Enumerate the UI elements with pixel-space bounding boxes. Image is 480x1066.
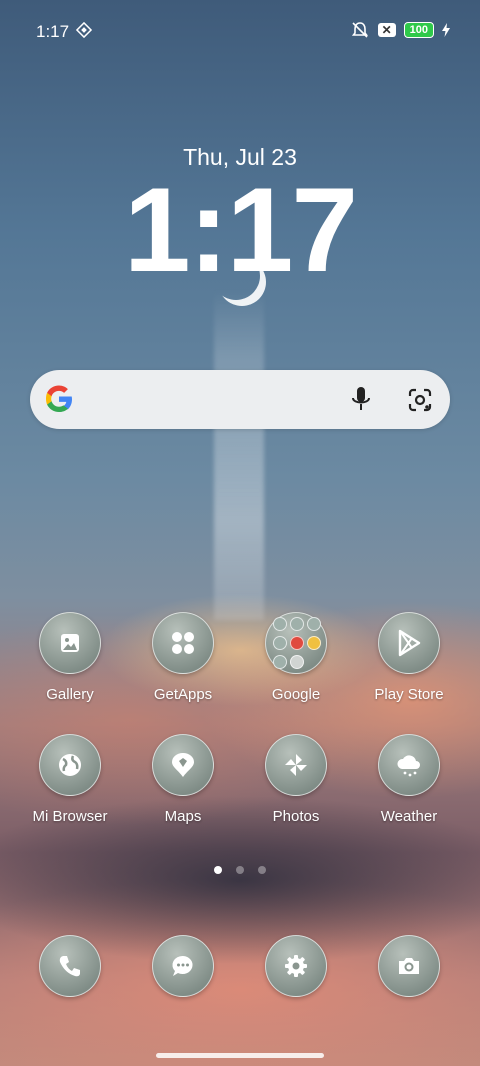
cloud-icon bbox=[378, 734, 440, 796]
app-label: Weather bbox=[380, 808, 438, 825]
page-dot-active[interactable] bbox=[214, 866, 222, 874]
close-notification-icon: ✕ bbox=[377, 23, 396, 37]
app-label: Photos bbox=[272, 808, 320, 825]
app-label: Maps bbox=[164, 808, 202, 825]
gallery-icon bbox=[39, 612, 101, 674]
app-photos[interactable]: Photos bbox=[241, 734, 351, 825]
app-label: Mi Browser bbox=[32, 808, 108, 825]
phone-icon bbox=[39, 935, 101, 997]
dock-settings[interactable] bbox=[241, 935, 351, 997]
diamond-icon bbox=[76, 22, 92, 38]
page-dot[interactable] bbox=[236, 866, 244, 874]
google-logo-icon bbox=[46, 385, 72, 412]
status-time: 1:17 bbox=[36, 22, 70, 41]
mic-icon[interactable] bbox=[350, 385, 372, 413]
play-icon bbox=[378, 612, 440, 674]
dock-camera[interactable] bbox=[354, 935, 464, 997]
app-label: GetApps bbox=[153, 686, 213, 703]
camera-icon bbox=[378, 935, 440, 997]
map-pin-icon bbox=[152, 734, 214, 796]
app-play-store[interactable]: Play Store bbox=[354, 612, 464, 703]
google-search-bar[interactable] bbox=[30, 370, 450, 429]
dock-messages[interactable] bbox=[128, 935, 238, 997]
globe-icon bbox=[39, 734, 101, 796]
folder-icon bbox=[265, 612, 327, 674]
app-maps[interactable]: Maps bbox=[128, 734, 238, 825]
status-bar: 1:17 ✕ 100 bbox=[0, 0, 480, 60]
page-indicator bbox=[0, 866, 480, 874]
home-gesture-bar[interactable] bbox=[156, 1053, 324, 1058]
app-label: Play Store bbox=[374, 686, 444, 703]
light-beam bbox=[214, 290, 264, 620]
app-folder-google[interactable]: Google bbox=[241, 612, 351, 703]
gear-icon bbox=[265, 935, 327, 997]
app-label: Gallery bbox=[46, 686, 94, 703]
battery-indicator: 100 bbox=[403, 22, 434, 38]
app-getapps[interactable]: GetApps bbox=[128, 612, 238, 703]
clock-text: 1:17 bbox=[123, 163, 358, 297]
page-dot[interactable] bbox=[258, 866, 266, 874]
grid-icon bbox=[152, 612, 214, 674]
app-weather[interactable]: Weather bbox=[354, 734, 464, 825]
charging-icon bbox=[442, 23, 450, 37]
chat-icon bbox=[152, 935, 214, 997]
lens-icon[interactable] bbox=[406, 386, 434, 414]
bell-mute-icon bbox=[351, 22, 368, 38]
app-gallery[interactable]: Gallery bbox=[15, 612, 125, 703]
pinwheel-icon bbox=[265, 734, 327, 796]
dock-phone[interactable] bbox=[15, 935, 125, 997]
app-mi-browser[interactable]: Mi Browser bbox=[15, 734, 125, 825]
app-label: Google bbox=[271, 686, 321, 703]
